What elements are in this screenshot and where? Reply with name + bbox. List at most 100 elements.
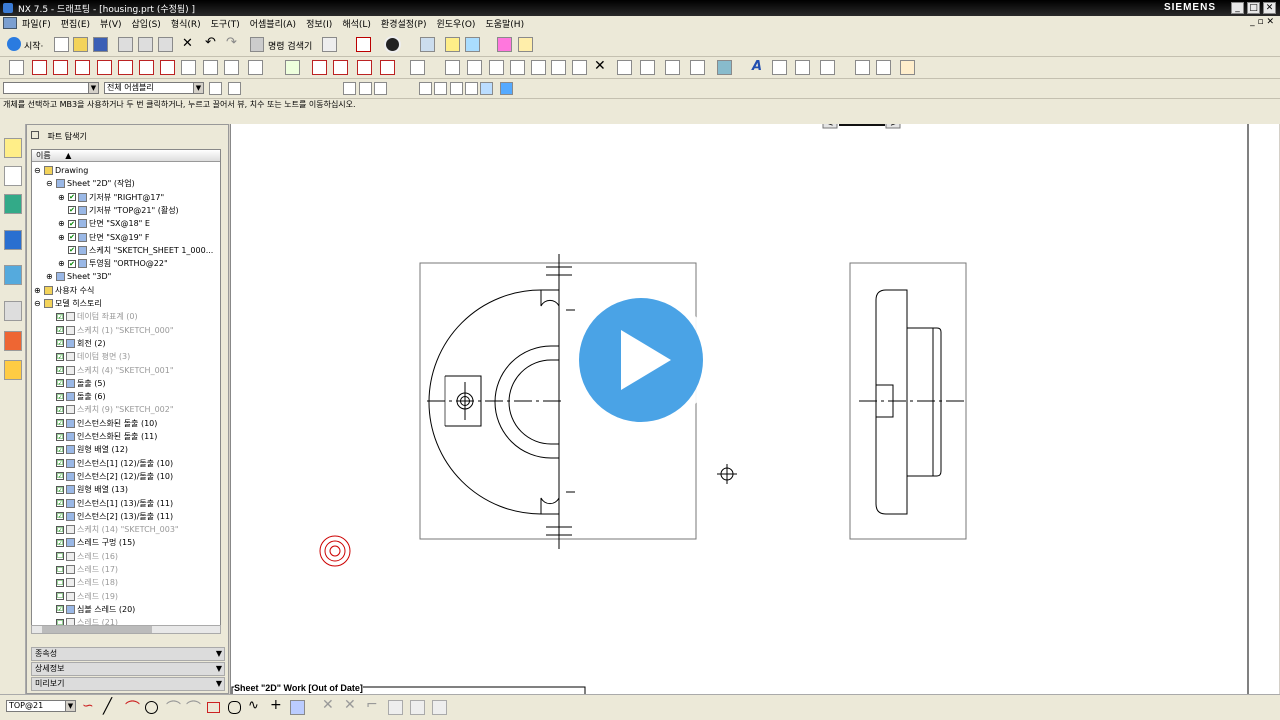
menu-file[interactable]: 파일(F) <box>17 16 56 31</box>
snap-arc-center-icon[interactable] <box>419 82 432 95</box>
expander-icon[interactable]: ⊕ <box>58 191 68 204</box>
visibility-checkbox[interactable]: ☑ <box>56 352 64 361</box>
tree-row[interactable]: ⊕ ✔ 기저뷰 "RIGHT@17" <box>58 191 164 204</box>
tree-row[interactable]: ⊖ Drawing <box>34 164 88 177</box>
centerline-icon[interactable] <box>285 60 300 75</box>
detail-view-icon[interactable] <box>97 60 112 75</box>
feature-control-icon[interactable] <box>467 60 482 75</box>
target-point-icon[interactable] <box>410 60 425 75</box>
snap-existing-icon[interactable] <box>480 82 493 95</box>
visibility-checkbox[interactable]: ☐ <box>56 552 64 561</box>
visibility-checkbox[interactable]: ☑ <box>56 312 64 321</box>
menu-edit[interactable]: 편집(E) <box>56 16 95 31</box>
revolved-section-icon[interactable] <box>160 60 175 75</box>
cut-icon[interactable] <box>118 37 133 52</box>
visibility-checkbox[interactable]: ☑ <box>56 525 64 534</box>
menu-assembly[interactable]: 어셈블리(A) <box>245 16 301 31</box>
visibility-checkbox[interactable]: ✔ <box>68 206 76 215</box>
play-button[interactable] <box>571 290 711 430</box>
tree-row[interactable]: ✔ 기저뷰 "TOP@21" (활성) <box>58 204 179 217</box>
undo-icon[interactable]: ↶ <box>205 35 216 50</box>
chevron-down-icon[interactable]: ▼ <box>216 648 222 660</box>
tree-row[interactable]: ☑ 스케치 (9) "SKETCH_002" <box>46 403 174 416</box>
tree-row[interactable]: ☑ 인스턴스[1] (13)/돌출 (11) <box>46 497 173 510</box>
tree-row[interactable]: ☑ 스케치 (14) "SKETCH_003" <box>46 523 179 536</box>
visibility-checkbox[interactable]: ☑ <box>56 459 64 468</box>
visibility-checkbox[interactable]: ☑ <box>56 485 64 494</box>
drawing-check-icon[interactable] <box>876 60 891 75</box>
save-icon[interactable] <box>93 37 108 52</box>
symmetric-centerline-icon[interactable] <box>333 60 348 75</box>
circle-icon[interactable] <box>145 701 158 714</box>
ruler-icon[interactable] <box>497 37 512 52</box>
menu-preferences[interactable]: 환경설정(P) <box>376 16 432 31</box>
snap-quadrant-icon[interactable] <box>434 82 447 95</box>
edit-settings-icon[interactable] <box>900 60 915 75</box>
paste-icon[interactable] <box>158 37 173 52</box>
menu-tools[interactable]: 도구(T) <box>206 16 245 31</box>
visibility-checkbox[interactable]: ☑ <box>56 445 64 454</box>
tree-row[interactable]: ☑ 심볼 스레드 (20) <box>46 603 135 616</box>
display-constraints-icon[interactable] <box>432 700 447 715</box>
history-icon[interactable] <box>4 301 22 321</box>
system-materials-icon[interactable] <box>4 331 22 351</box>
snap-icon[interactable] <box>445 37 460 52</box>
menu-window[interactable]: 윈도우(O) <box>432 16 481 31</box>
studio-spline-icon[interactable]: ∿ <box>248 698 259 713</box>
menu-help[interactable]: 도움말(H) <box>480 16 529 31</box>
parts-list-icon[interactable] <box>690 60 705 75</box>
visibility-checkbox[interactable]: ☑ <box>56 392 64 401</box>
tree-row[interactable]: ☑ 회전 (2) <box>46 337 106 350</box>
chevron-down-icon[interactable]: ▼ <box>88 83 98 93</box>
datum-icon[interactable] <box>489 60 504 75</box>
hd3d-tools-icon[interactable] <box>4 230 22 250</box>
surface-finish-icon[interactable] <box>551 60 566 75</box>
reuse-library-icon[interactable] <box>4 194 22 214</box>
select-all-icon[interactable] <box>209 82 222 95</box>
snap-midpoint-icon[interactable] <box>359 82 372 95</box>
weld-symbol-icon[interactable] <box>572 60 587 75</box>
tree-row[interactable]: ✔ 스케치 "SKETCH_SHEET 1_000... <box>58 244 213 257</box>
type-filter-combo[interactable]: ▼ <box>3 82 99 94</box>
expander-icon[interactable]: ⊕ <box>58 257 68 270</box>
tree-row[interactable]: ⊕ ✔ 단면 "SX@18" E <box>58 217 150 230</box>
picture-icon[interactable] <box>717 60 732 75</box>
visibility-checkbox[interactable]: ✔ <box>68 219 76 228</box>
quick-extend-icon[interactable]: ✕ <box>344 697 356 713</box>
polygon-icon[interactable] <box>228 701 241 714</box>
menu-insert[interactable]: 삽입(S) <box>127 16 166 31</box>
tree-row[interactable]: ☑ 스케치 (1) "SKETCH_000" <box>46 324 174 337</box>
arc-icon[interactable]: ⌒ <box>125 697 140 718</box>
visibility-checkbox[interactable]: ☐ <box>56 565 64 574</box>
auto-dimension-icon[interactable] <box>410 700 425 715</box>
snap-point-icon[interactable] <box>465 82 478 95</box>
visibility-checkbox[interactable]: ☐ <box>56 592 64 601</box>
tree-row[interactable]: ☑ 스케치 (4) "SKETCH_001" <box>46 364 174 377</box>
expander-icon[interactable]: ⊖ <box>46 177 56 190</box>
tree-row[interactable]: ☑ 인스턴스화된 돌출 (11) <box>46 430 157 443</box>
expander-icon[interactable]: ⊕ <box>46 270 56 283</box>
visibility-checkbox[interactable]: ☑ <box>56 432 64 441</box>
hscroll-thumb[interactable] <box>42 626 152 633</box>
broken-view-icon[interactable] <box>118 60 133 75</box>
panel-preview[interactable]: 미리보기 ▼ <box>31 677 225 691</box>
section-view-icon[interactable] <box>75 60 90 75</box>
menu-analysis[interactable]: 해석(L) <box>337 16 376 31</box>
new-sheet-icon[interactable] <box>9 60 24 75</box>
column-header[interactable]: 이름 ▲ <box>32 150 220 162</box>
shading-icon[interactable] <box>384 36 401 53</box>
visibility-checkbox[interactable]: ☑ <box>56 419 64 428</box>
visibility-checkbox[interactable]: ☑ <box>56 326 64 335</box>
pin-icon[interactable] <box>31 131 39 139</box>
visibility-checkbox[interactable]: ☑ <box>56 366 64 374</box>
menu-information[interactable]: 정보(I) <box>301 16 337 31</box>
visibility-checkbox[interactable]: ✔ <box>68 259 76 268</box>
edit-text-icon[interactable] <box>772 60 787 75</box>
command-finder-button[interactable]: 명령 검색기 <box>268 39 312 52</box>
constraints-icon[interactable] <box>388 700 403 715</box>
panel-dependencies[interactable]: 종속성 ▼ <box>31 647 225 661</box>
tree-row[interactable]: ☑ 원형 배열 (12) <box>46 443 128 456</box>
chevron-down-icon[interactable]: ▼ <box>193 83 203 93</box>
snap-control-icon[interactable] <box>374 82 387 95</box>
visibility-checkbox[interactable]: ☑ <box>56 512 64 521</box>
